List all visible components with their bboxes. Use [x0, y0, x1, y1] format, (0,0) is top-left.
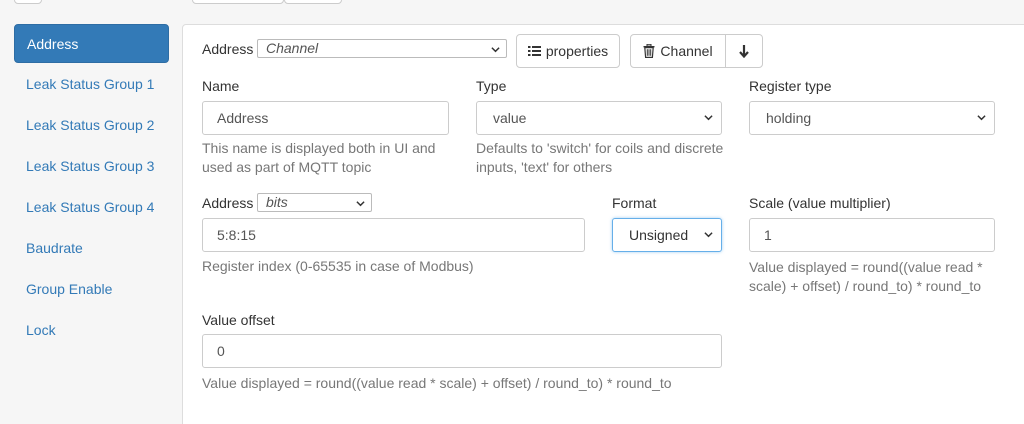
sidebar-item-leak-status-group-4[interactable]: Leak Status Group 4 — [14, 188, 169, 227]
sidebar-item-leak-status-group-3[interactable]: Leak Status Group 3 — [14, 147, 169, 186]
type-help: Defaults to 'switch' for coils and discr… — [476, 140, 724, 175]
top-button-middle[interactable] — [192, 0, 284, 4]
register-type-value: holding — [766, 110, 812, 126]
value-offset-input[interactable]: 0 — [202, 334, 722, 368]
type-label: Type — [476, 78, 507, 94]
arrow-down-icon — [739, 45, 749, 58]
address-label: Address — [202, 195, 254, 211]
name-label: Name — [202, 78, 240, 94]
properties-button[interactable]: properties — [516, 34, 620, 68]
sidebar-item-lock[interactable]: Lock — [14, 311, 169, 350]
delete-channel-button[interactable]: Channel — [630, 34, 726, 68]
register-type-label: Register type — [749, 78, 832, 94]
address-help: Register index (0-65535 in case of Modbu… — [202, 258, 474, 274]
top-button-right[interactable] — [284, 0, 342, 4]
sidebar-item-baudrate[interactable]: Baudrate — [14, 229, 169, 268]
value-offset-label: Value offset — [202, 312, 275, 328]
format-label: Format — [612, 195, 657, 211]
scale-label: Scale (value multiplier) — [749, 195, 891, 211]
scale-input[interactable]: 1 — [749, 218, 995, 252]
type-value: value — [493, 110, 527, 126]
list-icon — [527, 46, 541, 56]
format-select[interactable]: Unsigned — [612, 218, 722, 252]
properties-button-label: properties — [545, 43, 609, 59]
address-format-select[interactable]: bits — [257, 193, 372, 212]
register-type-select[interactable]: holding — [749, 101, 995, 135]
type-select[interactable]: value — [476, 101, 722, 135]
chevron-down-icon — [977, 115, 986, 121]
address-format-value: bits — [266, 194, 288, 210]
channel-sidebar: Address Leak Status Group 1 Leak Status … — [14, 24, 169, 352]
sidebar-item-leak-status-group-1[interactable]: Leak Status Group 1 — [14, 65, 169, 104]
chevron-down-icon — [491, 47, 500, 53]
trash-icon — [643, 44, 655, 58]
channel-button-label: Channel — [660, 43, 713, 59]
chevron-down-icon — [704, 232, 713, 238]
sidebar-item-group-enable[interactable]: Group Enable — [14, 270, 169, 309]
name-help: This name is displayed both in UI and us… — [202, 140, 436, 175]
sidebar-item-address[interactable]: Address — [14, 24, 169, 63]
format-value: Unsigned — [629, 227, 689, 243]
sidebar-item-leak-status-group-2[interactable]: Leak Status Group 2 — [14, 106, 169, 145]
address-mode-select[interactable]: Channel — [257, 39, 507, 58]
scale-help: Value displayed = round((value read * sc… — [749, 259, 983, 294]
move-down-button[interactable] — [725, 34, 763, 68]
value-offset-help: Value displayed = round((value read * sc… — [202, 375, 672, 391]
name-input[interactable]: Address — [202, 101, 449, 135]
chevron-down-icon — [704, 115, 713, 121]
address-mode-value: Channel — [266, 40, 319, 56]
top-button-left[interactable] — [14, 0, 42, 4]
chevron-down-icon — [356, 201, 365, 207]
address-input[interactable]: 5:8:15 — [202, 218, 585, 252]
header-address-label: Address — [202, 41, 254, 57]
